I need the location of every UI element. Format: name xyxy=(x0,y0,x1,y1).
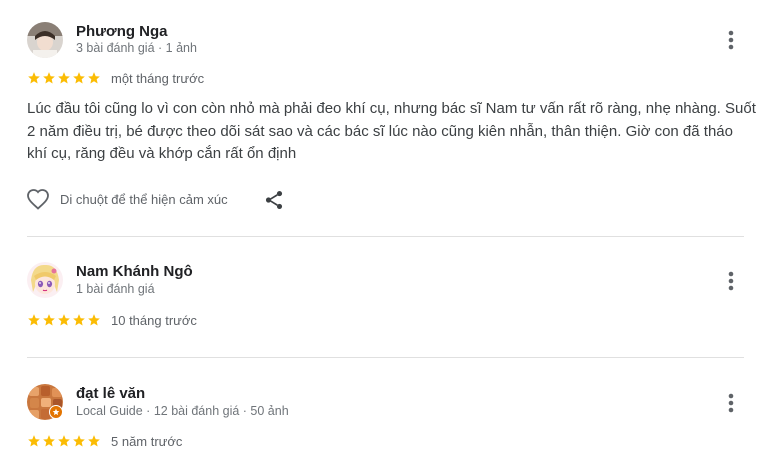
divider xyxy=(27,236,744,237)
star-icon xyxy=(73,314,85,326)
star-icon xyxy=(28,435,40,447)
star-icon xyxy=(73,72,85,84)
more-vert-icon xyxy=(728,393,734,413)
review-time: 10 tháng trước xyxy=(111,313,197,328)
star-icon xyxy=(58,435,70,447)
star-icon xyxy=(43,435,55,447)
avatar[interactable] xyxy=(27,262,63,298)
heart-outline-icon xyxy=(27,189,49,210)
reviewer-meta: 1 bài đánh giá xyxy=(76,282,155,296)
star-icon xyxy=(58,72,70,84)
local-guide-badge-icon xyxy=(49,405,63,419)
star-icon xyxy=(43,72,55,84)
star-icon xyxy=(28,72,40,84)
review-time: một tháng trước xyxy=(111,71,205,86)
react-label: Di chuột để thể hiện cảm xúc xyxy=(60,191,228,207)
review-time: 5 năm trước xyxy=(111,434,183,449)
reviewer-meta: 3 bài đánh giá · 1 ảnh xyxy=(76,41,197,55)
avatar[interactable] xyxy=(27,22,63,58)
star-icon xyxy=(73,435,85,447)
review-text: Lúc đầu tôi cũng lo vì con còn nhỏ mà ph… xyxy=(27,100,756,162)
star-icon xyxy=(43,314,55,326)
star-icon xyxy=(58,314,70,326)
more-options-button[interactable] xyxy=(718,27,744,53)
reviewer-meta: Local Guide · 12 bài đánh giá · 50 ảnh xyxy=(76,404,289,418)
reviewer-name[interactable]: Nam Khánh Ngô xyxy=(76,263,193,280)
divider xyxy=(27,357,744,358)
star-icon xyxy=(88,435,100,447)
more-options-button[interactable] xyxy=(718,390,744,416)
star-icon xyxy=(28,314,40,326)
react-button[interactable]: Di chuột để thể hiện cảm xúc xyxy=(26,188,228,210)
share-button[interactable] xyxy=(263,189,285,216)
star-icon xyxy=(88,72,100,84)
star-rating xyxy=(27,313,101,327)
reviewer-name[interactable]: đạt lê văn xyxy=(76,385,145,402)
star-icon xyxy=(88,314,100,326)
reviewer-name[interactable]: Phương Nga xyxy=(76,23,168,40)
share-icon xyxy=(265,191,283,209)
more-vert-icon xyxy=(728,271,734,291)
more-options-button[interactable] xyxy=(718,268,744,294)
star-rating xyxy=(27,434,101,448)
star-rating xyxy=(27,71,101,85)
more-vert-icon xyxy=(728,30,734,50)
